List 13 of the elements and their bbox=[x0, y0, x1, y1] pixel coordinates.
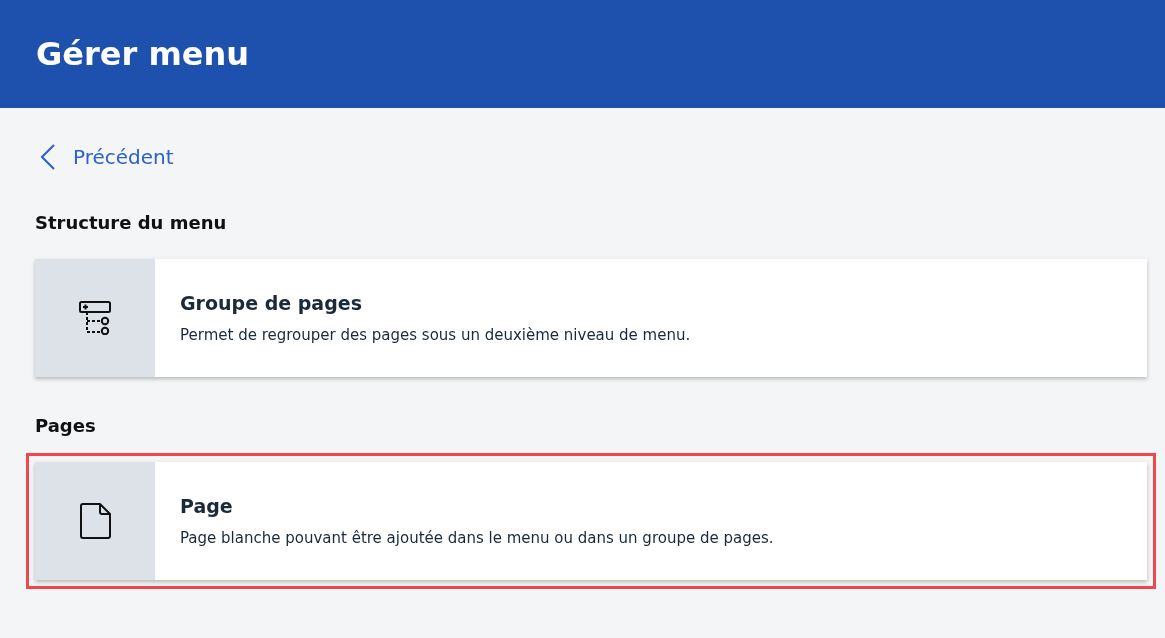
chevron-left-icon bbox=[41, 144, 55, 170]
option-description: Permet de regrouper des pages sous un deuxième niveau de menu. bbox=[180, 326, 691, 344]
section-title: Structure du menu bbox=[35, 212, 228, 233]
option-description: Page blanche pouvant être ajoutée dans le menu ou dans un groupe de pages. bbox=[180, 529, 774, 547]
document-icon bbox=[79, 503, 111, 539]
menu-option-card[interactable]: Page Page blanche pouvant être ajoutée dans le menu ou dans un groupe de pages. bbox=[35, 462, 1147, 580]
option-title: Page bbox=[180, 495, 234, 517]
menu-option-card[interactable]: Groupe de pages Permet de regrouper des pages sous un deuxième niveau de menu. bbox=[35, 259, 1147, 377]
section-title: Pages bbox=[35, 415, 97, 436]
tree-structure-icon bbox=[79, 301, 111, 335]
page-title: Gérer menu bbox=[36, 35, 249, 73]
option-title: Groupe de pages bbox=[180, 292, 363, 314]
back-link[interactable]: Précédent bbox=[41, 144, 174, 170]
